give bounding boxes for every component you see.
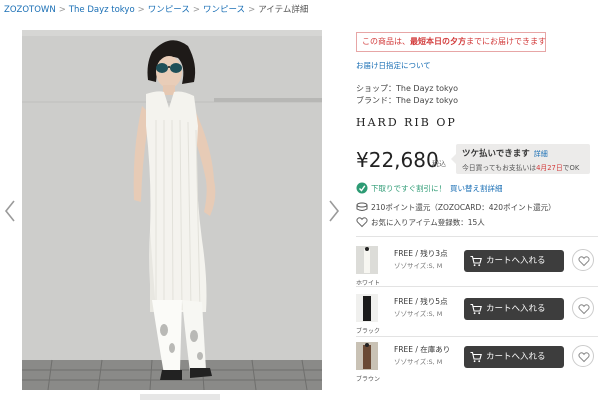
sku-thumbnail[interactable] — [356, 294, 378, 322]
sku-thumbnail-image — [356, 294, 378, 322]
sku-thumbnail[interactable] — [356, 342, 378, 370]
breadcrumb-separator: > — [248, 5, 256, 15]
add-to-cart-label: カートへ入れる — [486, 304, 546, 314]
trade-in-text: 下取りですぐ割引に！ — [371, 183, 446, 193]
model-photo — [22, 30, 322, 390]
sku-sizes: ゾゾサイズ:S, M — [394, 262, 443, 270]
sku-divider — [356, 236, 598, 237]
shop-line: ショップ：The Dayz tokyo — [356, 83, 458, 94]
favorite-button[interactable] — [572, 249, 594, 271]
deferred-payment-date: 4月27日 — [536, 164, 563, 172]
product-main-image[interactable] — [22, 30, 322, 390]
sku-thumbnail-image — [356, 246, 378, 274]
deferred-payment-description: 今日買ってもお支払いは4月27日でOK — [462, 162, 584, 172]
add-to-cart-button[interactable]: カートへ入れる — [464, 250, 564, 272]
notice-prefix: この商品は、 — [362, 37, 410, 46]
breadcrumb-shop[interactable]: The Dayz tokyo — [69, 5, 135, 15]
sku-sizes: ゾゾサイズ:S, M — [394, 310, 443, 318]
product-price: ¥22,680 — [356, 148, 439, 172]
breadcrumb-category[interactable]: ワンピース — [148, 5, 190, 15]
deferred-payment-detail-link[interactable]: 詳細 — [534, 150, 548, 158]
sku-row: ブラック FREE / 残り5点 ゾゾサイズ:S, M カートへ入れる — [356, 292, 596, 338]
breadcrumb-separator: > — [137, 5, 145, 15]
next-image-arrow[interactable] — [327, 198, 341, 224]
trade-in-discount-row: 下取りですぐ割引に！ 買い替え割詳細 — [356, 182, 503, 194]
trade-in-detail-link[interactable]: 買い替え割詳細 — [450, 183, 503, 194]
favorite-button[interactable] — [572, 345, 594, 367]
sku-thumbnail[interactable] — [356, 246, 378, 274]
favorites-count-text: お気に入りアイテム登録数：15人 — [371, 217, 485, 227]
heart-icon — [356, 217, 368, 228]
deferred-payment-sub-mid: お支払いは — [502, 164, 537, 172]
sku-row: ブラウン FREE / 在庫あり ゾゾサイズ:S, M カートへ入れる — [356, 340, 596, 386]
brand-label: ブランド： — [356, 96, 396, 105]
brand-name[interactable]: The Dayz tokyo — [396, 96, 458, 105]
breadcrumb-subcategory[interactable]: ワンピース — [203, 5, 245, 15]
deferred-payment-sub-prefix: 今日買っても — [462, 164, 503, 172]
shop-label: ショップ： — [356, 84, 396, 93]
sku-color-label: ブラウン — [356, 376, 381, 383]
sku-sizes: ゾゾサイズ:S, M — [394, 358, 443, 366]
breadcrumb: ZOZOTOWN > The Dayz tokyo > ワンピース > ワンピース > アイテム… — [4, 4, 308, 16]
sku-stock: FREE / 残り5点 — [394, 297, 448, 306]
sku-thumbnail-image — [356, 342, 378, 370]
add-to-cart-label: カートへ入れる — [486, 256, 546, 266]
favorites-count-row: お気に入りアイテム登録数：15人 — [356, 216, 485, 228]
deferred-payment-title: ツケ払いできます 詳細 — [462, 147, 584, 159]
breadcrumb-separator: > — [58, 5, 66, 15]
points-text: 210ポイント還元（ZOZOCARD：420ポイント還元） — [371, 202, 556, 212]
deferred-payment-sub-suffix: でOK — [562, 164, 580, 172]
breadcrumb-zozotown[interactable]: ZOZOTOWN — [4, 5, 56, 15]
points-row: 210ポイント還元（ZOZOCARD：420ポイント還元） — [356, 201, 556, 213]
tag-icon — [356, 182, 368, 194]
add-to-cart-button[interactable]: カートへ入れる — [464, 298, 564, 320]
notice-suffix: までにお届けできます — [466, 37, 546, 46]
sku-stock: FREE / 在庫あり — [394, 345, 451, 354]
sku-color-label: ブラック — [356, 328, 381, 335]
brand-line: ブランド：The Dayz tokyo — [356, 95, 458, 106]
sku-row: ホワイト FREE / 残り3点 ゾゾサイズ:S, M カートへ入れる — [356, 244, 596, 290]
tax-label: 税込 — [432, 160, 446, 168]
breadcrumb-separator: > — [192, 5, 200, 15]
sku-divider — [356, 336, 598, 337]
sku-stock: FREE / 残り3点 — [394, 249, 448, 258]
deferred-payment-heading: ツケ払いできます — [462, 149, 530, 159]
chevron-left-icon — [4, 200, 15, 222]
cart-icon — [470, 303, 482, 315]
sku-divider — [356, 286, 598, 287]
chevron-right-icon — [329, 200, 340, 222]
delivery-date-link[interactable]: お届け日指定について — [356, 60, 431, 71]
favorite-button[interactable] — [572, 297, 594, 319]
heart-icon — [578, 256, 590, 267]
add-to-cart-button[interactable]: カートへ入れる — [464, 346, 564, 368]
add-to-cart-label: カートへ入れる — [486, 352, 546, 362]
heart-icon — [578, 304, 590, 315]
cart-icon — [470, 351, 482, 363]
cart-icon — [470, 255, 482, 267]
shop-name[interactable]: The Dayz tokyo — [396, 84, 458, 93]
delivery-notice: この商品は、最短本日の夕方までにお届けできます — [356, 32, 546, 52]
product-title: HARD RIB OP — [356, 116, 457, 129]
breadcrumb-current: アイテム詳細 — [258, 5, 309, 15]
prev-image-arrow[interactable] — [3, 198, 17, 224]
coin-icon — [356, 202, 368, 211]
thumbnail-strip-edge — [140, 394, 220, 400]
deferred-payment-tooltip: ツケ払いできます 詳細 今日買ってもお支払いは4月27日でOK — [451, 144, 590, 174]
heart-icon — [578, 352, 590, 363]
notice-emphasis: 最短本日の夕方 — [410, 37, 466, 46]
